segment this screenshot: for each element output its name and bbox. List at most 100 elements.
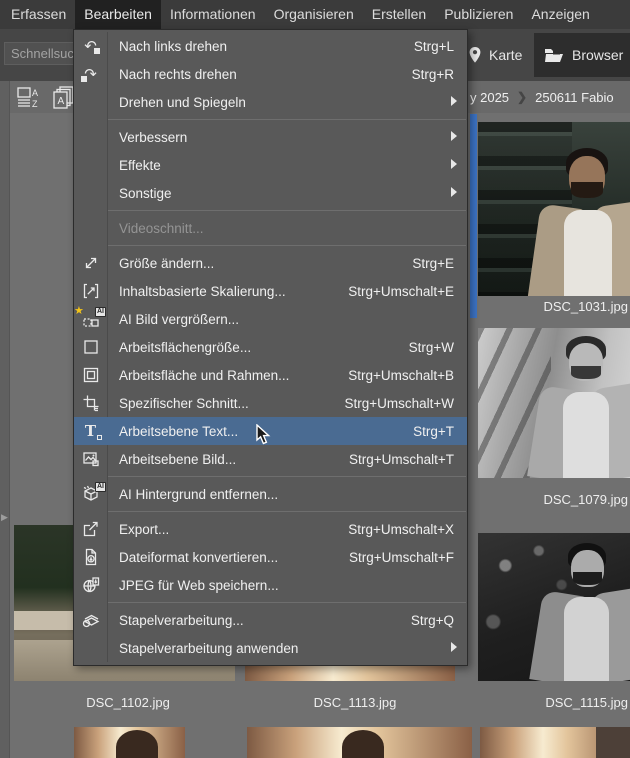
menu-item-label: Spezifischer Schnitt... <box>107 396 344 411</box>
menu-item-shortcut: Strg+W <box>409 340 467 355</box>
menu-item-arbeitsflaeche-und-rahmen[interactable]: Arbeitsfläche und Rahmen... Strg+Umschal… <box>74 361 467 389</box>
menubar-item-erfassen[interactable]: Erfassen <box>2 0 75 29</box>
rotate-left-icon: ↶ <box>74 32 107 60</box>
thumbnail-caption[interactable]: DSC_1113.jpg <box>250 695 460 710</box>
svg-text:A: A <box>58 96 65 107</box>
canvas-size-icon <box>74 333 107 361</box>
app-window: DSC_1031.jpg DSC_1079.jpg D <box>0 0 630 758</box>
crop-icon <box>74 389 107 417</box>
selected-thumbnail-border <box>470 114 477 318</box>
portrait-figure <box>540 148 630 296</box>
export-icon <box>74 515 107 543</box>
menu-item-label: Arbeitsfläche und Rahmen... <box>107 368 348 383</box>
menu-item-groesse-aendern[interactable]: Größe ändern... Strg+E <box>74 249 467 277</box>
thumbnail-caption[interactable]: DSC_1031.jpg <box>480 299 628 314</box>
ai-remove-background-icon: AI <box>74 480 107 508</box>
menubar-item-bearbeiten[interactable]: Bearbeiten <box>75 0 161 29</box>
breadcrumb-chevron-icon: ❯ <box>509 90 535 104</box>
menu-item-spezifischer-schnitt[interactable]: Spezifischer Schnitt... Strg+Umschalt+W <box>74 389 467 417</box>
menu-item-stapelverarbeitung[interactable]: Stapelverarbeitung... Strg+Q <box>74 606 467 634</box>
thumbnail-image[interactable] <box>247 727 472 758</box>
svg-text:Z: Z <box>32 99 38 109</box>
menu-item-label: Arbeitsflächengröße... <box>107 340 409 355</box>
thumbnail-caption[interactable]: DSC_1102.jpg <box>10 695 246 710</box>
menubar-item-publizieren[interactable]: Publizieren <box>435 0 522 29</box>
mouse-cursor <box>256 424 274 451</box>
menu-item-nach-rechts-drehen[interactable]: ↷ Nach rechts drehen Strg+R <box>74 60 467 88</box>
thumbnail-image[interactable] <box>480 727 630 758</box>
menu-item-sonstige[interactable]: Sonstige <box>74 179 467 207</box>
menu-item-shortcut: Strg+R <box>412 67 467 82</box>
breadcrumb: y 2025 ❯ 250611 Fabio <box>470 81 614 113</box>
thumbnail-image[interactable] <box>478 533 630 681</box>
menu-separator <box>74 207 467 214</box>
menu-item-effekte[interactable]: Effekte <box>74 151 467 179</box>
map-pin-icon <box>468 46 482 64</box>
ai-badge: AI <box>95 307 106 317</box>
submenu-arrow-icon <box>451 187 457 197</box>
menu-item-ai-hintergrund-entfernen[interactable]: AI AI Hintergrund entfernen... <box>74 480 467 508</box>
menu-item-shortcut: Strg+L <box>414 39 467 54</box>
menu-item-export[interactable]: Export... Strg+Umschalt+X <box>74 515 467 543</box>
menu-item-label: JPEG für Web speichern... <box>107 578 467 593</box>
menu-separator <box>74 599 467 606</box>
menu-item-dateiformat-konvertieren[interactable]: Dateiformat konvertieren... Strg+Umschal… <box>74 543 467 571</box>
portrait-figure <box>544 543 630 681</box>
folder-image-icon <box>544 47 565 63</box>
menu-separator <box>74 116 467 123</box>
menubar-item-anzeigen[interactable]: Anzeigen <box>522 0 598 29</box>
menubar: Erfassen Bearbeiten Informationen Organi… <box>0 0 630 29</box>
thumbnail-caption[interactable]: DSC_1115.jpg <box>480 695 628 710</box>
breadcrumb-segment[interactable]: y 2025 <box>470 90 509 105</box>
sort-az-icon[interactable]: A Z <box>16 85 42 109</box>
tab-label: Karte <box>489 47 522 63</box>
menu-separator <box>74 473 467 480</box>
menu-item-shortcut: Strg+T <box>413 424 467 439</box>
menu-item-label: Arbeitsebene Bild... <box>107 452 349 467</box>
rotate-right-icon: ↷ <box>74 60 107 88</box>
menu-item-label: Effekte <box>107 158 467 173</box>
menu-item-nach-links-drehen[interactable]: ↶ Nach links drehen Strg+L <box>74 32 467 60</box>
image-layer-icon <box>74 445 107 473</box>
convert-format-icon <box>74 543 107 571</box>
panel-expand-arrow-icon[interactable]: ▶ <box>1 512 8 523</box>
batch-icon <box>74 606 107 634</box>
thumbnail-image[interactable] <box>74 727 185 758</box>
menu-item-verbessern[interactable]: Verbessern <box>74 123 467 151</box>
menu-item-shortcut: Strg+E <box>412 256 467 271</box>
left-panel-rail[interactable]: ▶ <box>0 81 10 758</box>
submenu-arrow-icon <box>451 642 457 652</box>
menubar-item-erstellen[interactable]: Erstellen <box>363 0 435 29</box>
menu-item-stapelverarbeitung-anwenden[interactable]: Stapelverarbeitung anwenden <box>74 634 467 662</box>
menu-item-drehen-und-spiegeln[interactable]: Drehen und Spiegeln <box>74 88 467 116</box>
menu-item-inhaltsbasierte-skalierung[interactable]: Inhaltsbasierte Skalierung... Strg+Umsch… <box>74 277 467 305</box>
menu-item-shortcut: Strg+Q <box>411 613 467 628</box>
menu-item-label: AI Bild vergrößern... <box>107 312 467 327</box>
thumbnail-image[interactable] <box>478 122 630 296</box>
tab-karte[interactable]: Karte <box>458 33 532 77</box>
submenu-arrow-icon <box>451 96 457 106</box>
menu-separator <box>74 508 467 515</box>
menubar-item-informationen[interactable]: Informationen <box>161 0 265 29</box>
thumbnail-caption[interactable]: DSC_1079.jpg <box>480 492 628 507</box>
menu-item-jpeg-fuer-web-speichern[interactable]: JPEG für Web speichern... <box>74 571 467 599</box>
menu-item-arbeitsflaechengroesse[interactable]: Arbeitsflächengröße... Strg+W <box>74 333 467 361</box>
menu-item-label: Inhaltsbasierte Skalierung... <box>107 284 348 299</box>
menu-item-label: Videoschnitt... <box>107 221 467 236</box>
thumbnail-image[interactable] <box>478 328 630 478</box>
tab-label: Browser <box>572 47 623 63</box>
breadcrumb-segment[interactable]: 250611 Fabio <box>535 90 614 105</box>
tab-browser[interactable]: Browser <box>534 33 630 77</box>
ai-badge: AI <box>95 482 106 492</box>
ai-enlarge-icon: ★ AI <box>74 305 107 333</box>
canvas-frame-icon <box>74 361 107 389</box>
star-glyph: ★ <box>74 304 84 317</box>
portrait-figure <box>542 336 630 478</box>
menu-item-shortcut: Strg+Umschalt+X <box>348 522 467 537</box>
menu-separator <box>74 242 467 249</box>
menu-item-label: Nach rechts drehen <box>107 67 412 82</box>
menu-item-shortcut: Strg+Umschalt+W <box>344 396 467 411</box>
svg-text:A: A <box>32 88 38 98</box>
menu-item-ai-bild-vergroessern[interactable]: ★ AI AI Bild vergrößern... <box>74 305 467 333</box>
menubar-item-organisieren[interactable]: Organisieren <box>265 0 363 29</box>
